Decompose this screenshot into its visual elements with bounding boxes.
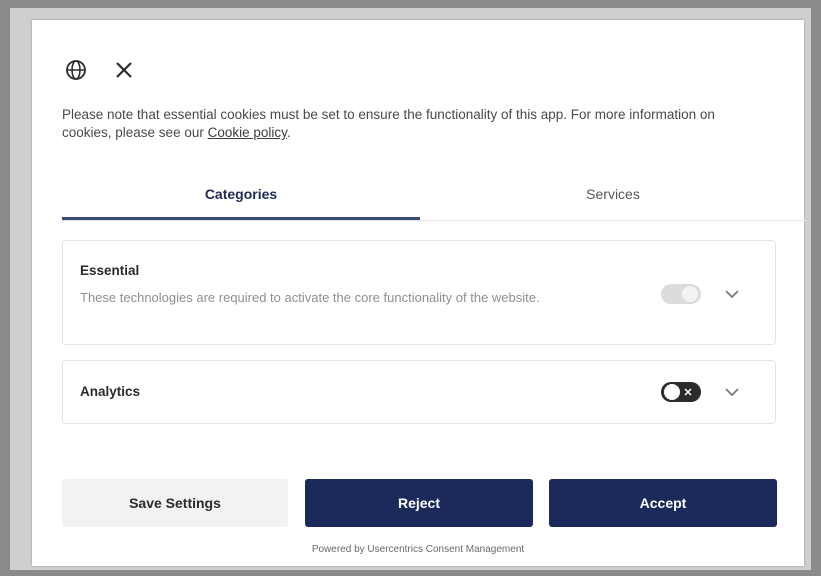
chevron-down-icon[interactable] (722, 382, 742, 402)
toggle-knob (664, 384, 680, 400)
toggle-off-icon (684, 388, 692, 396)
category-card-essential: Essential These technologies are require… (62, 240, 776, 345)
tab-services[interactable]: Services (420, 186, 806, 220)
category-description-essential: These technologies are required to activ… (80, 290, 540, 305)
consent-tabs: Categories Services (62, 186, 806, 221)
save-settings-button[interactable]: Save Settings (62, 479, 288, 527)
notice-period: . (286, 125, 291, 140)
globe-icon[interactable] (62, 56, 90, 84)
chevron-down-icon[interactable] (722, 284, 742, 304)
tab-categories[interactable]: Categories (62, 186, 420, 220)
cookie-consent-dialog: Please note that essential cookies must … (32, 20, 806, 566)
close-icon[interactable] (110, 56, 138, 84)
cookie-policy-link[interactable]: Cookie policy (208, 125, 287, 140)
essential-toggle[interactable] (661, 284, 701, 304)
notice-body: Please note that essential cookies must … (62, 107, 715, 140)
analytics-toggle[interactable] (661, 382, 701, 402)
category-card-analytics: Analytics (62, 360, 776, 424)
toggle-knob (682, 286, 698, 302)
powered-by-footer: Powered by Usercentrics Consent Manageme… (311, 544, 525, 555)
category-title-essential: Essential (80, 263, 140, 278)
cookie-notice-text: Please note that essential cookies must … (62, 106, 752, 142)
dialog-header (62, 56, 138, 84)
accept-button[interactable]: Accept (549, 479, 777, 527)
reject-button[interactable]: Reject (305, 479, 533, 527)
category-title-analytics: Analytics (80, 384, 141, 399)
